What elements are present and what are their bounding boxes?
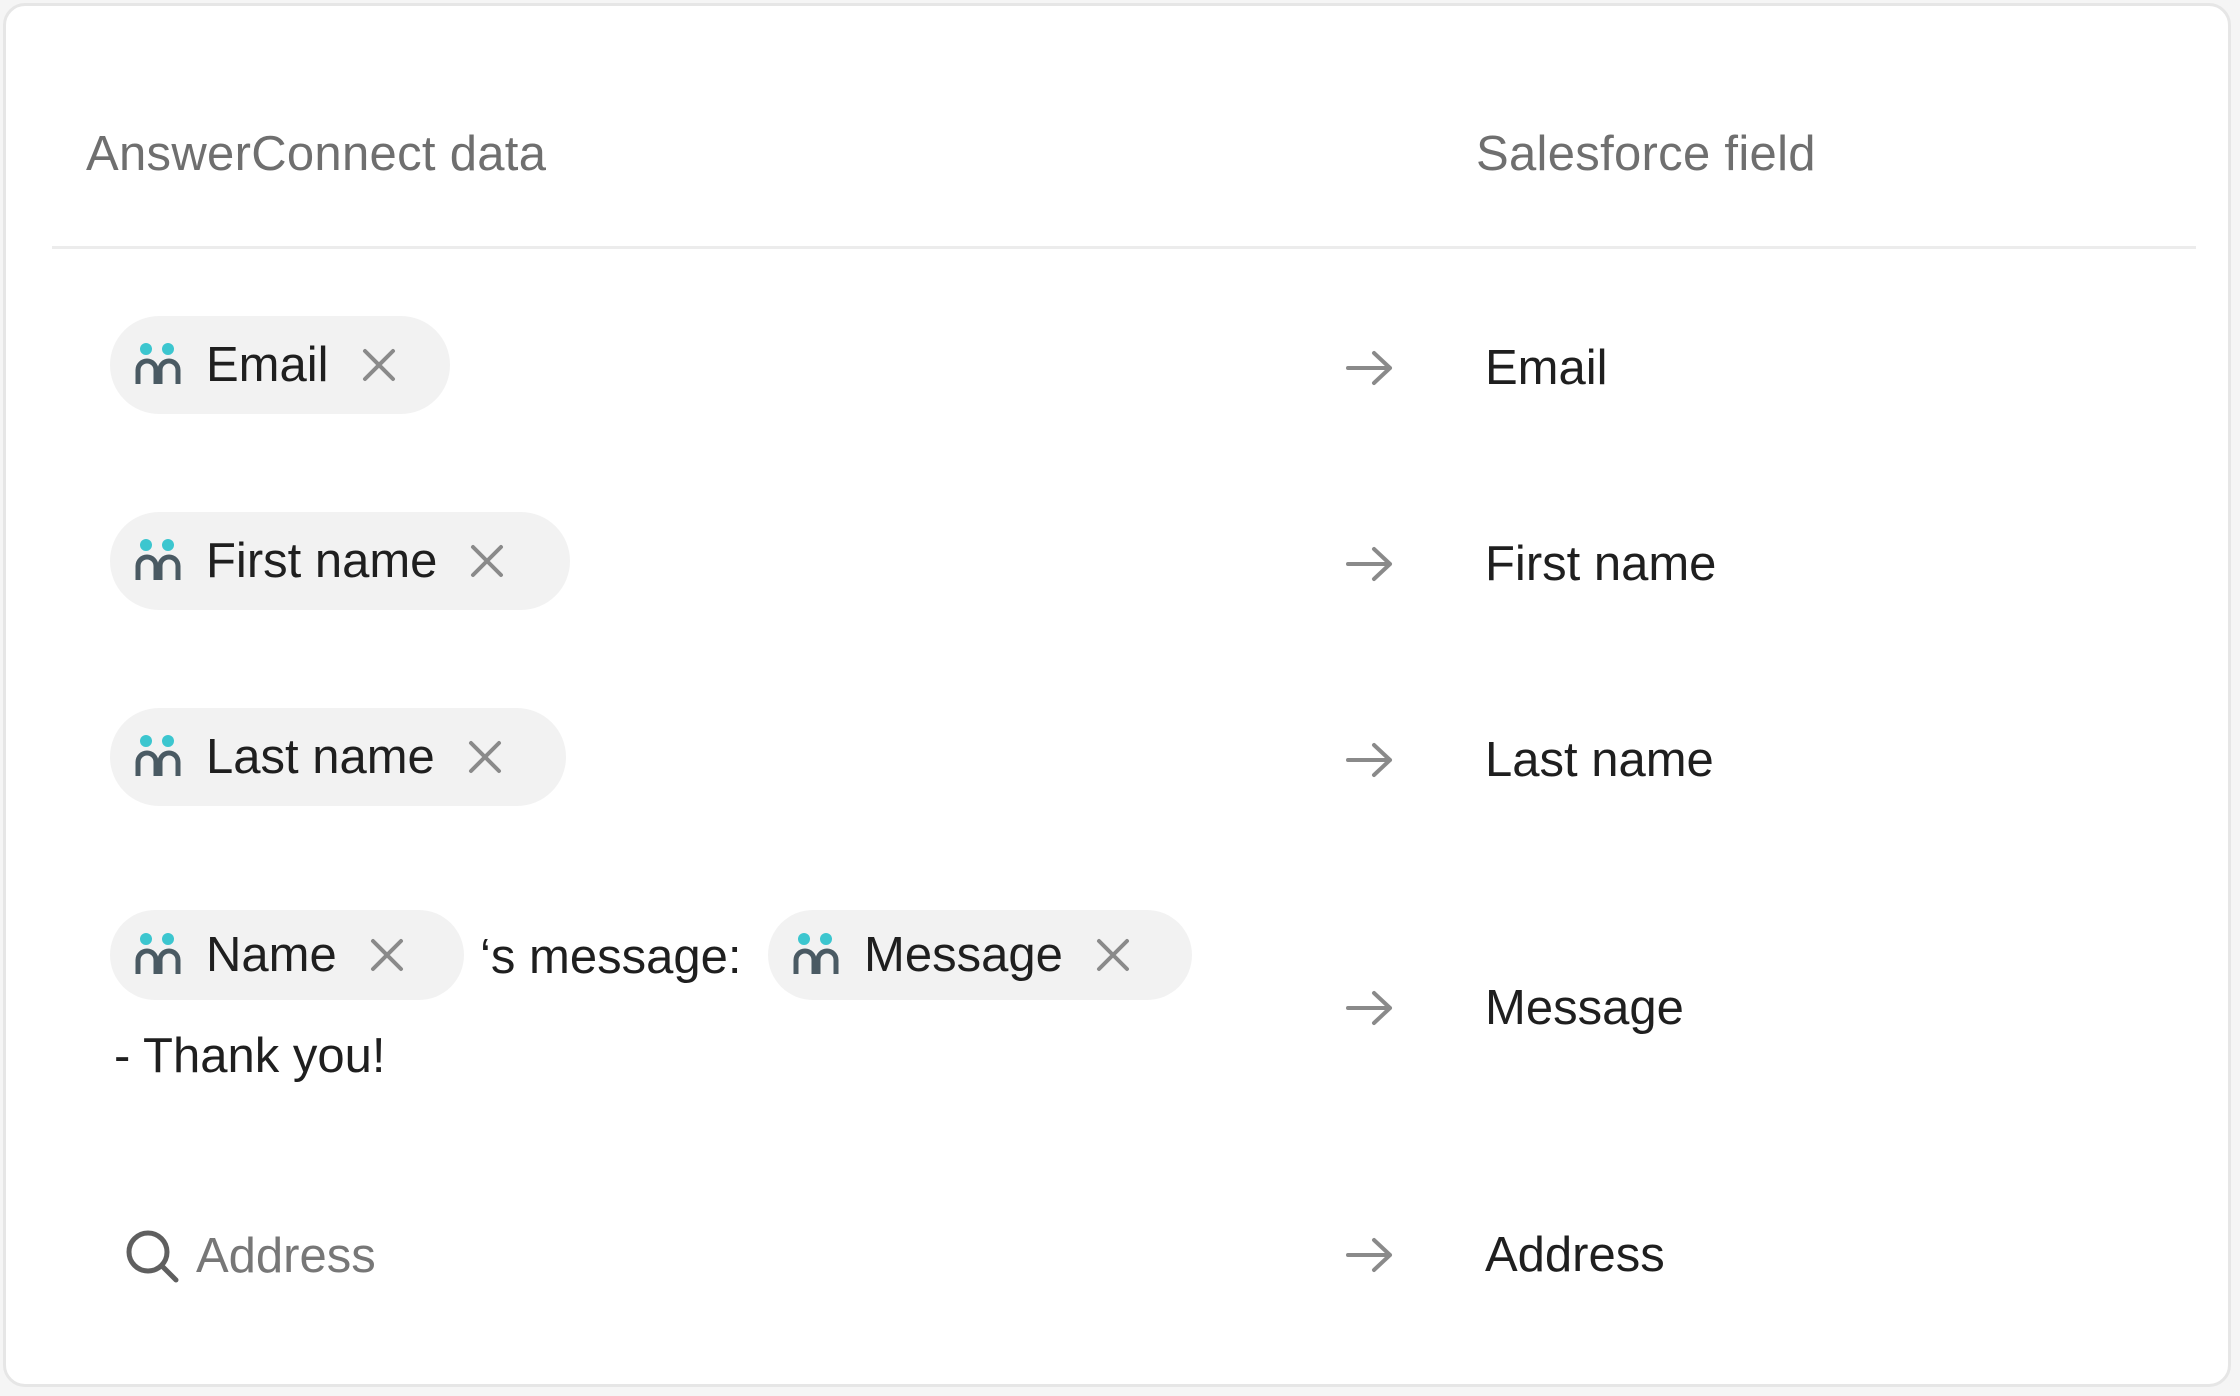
arrow-right-icon [1346,1238,1392,1272]
token-label: Message [864,928,1063,982]
salesforce-field-address: Address [1485,1228,1665,1282]
header-divider [52,246,2196,249]
token-pill-first-name[interactable]: First name [110,512,570,610]
table-header: AnswerConnect data Salesforce field [6,6,2228,251]
suffix-text: - Thank you! [114,1029,386,1083]
token-label: Email [206,338,329,392]
salesforce-field-first-name: First name [1485,537,1717,591]
contact-pair-icon [792,930,842,980]
token-pill-message[interactable]: Message [768,910,1192,1000]
search-box[interactable] [124,1224,796,1288]
arrow-right-icon [1346,743,1392,777]
contact-pair-icon [134,930,184,980]
salesforce-field-last-name: Last name [1485,733,1714,787]
token-pill-name[interactable]: Name [110,910,464,1000]
connector-text: ‘s message: [480,930,742,984]
contact-pair-icon [134,536,184,586]
close-icon[interactable] [367,935,407,975]
close-icon[interactable] [467,541,507,581]
token-label: Name [206,928,337,982]
search-icon [124,1228,180,1284]
close-icon[interactable] [359,345,399,385]
arrow-right-icon [1346,991,1392,1025]
contact-pair-icon [134,340,184,390]
token-label: First name [206,534,438,588]
contact-pair-icon [134,732,184,782]
token-label: Last name [206,730,435,784]
mapping-card: AnswerConnect data Salesforce field Emai… [3,3,2231,1387]
search-input[interactable] [196,1228,796,1284]
close-icon[interactable] [465,737,505,777]
salesforce-field-email: Email [1485,341,1608,395]
close-icon[interactable] [1093,935,1133,975]
token-pill-last-name[interactable]: Last name [110,708,566,806]
answerconnect-column-header: AnswerConnect data [86,127,547,181]
salesforce-column-header: Salesforce field [1476,127,1816,181]
token-pill-email[interactable]: Email [110,316,450,414]
arrow-right-icon [1346,547,1392,581]
arrow-right-icon [1346,351,1392,385]
salesforce-field-message: Message [1485,981,1684,1035]
